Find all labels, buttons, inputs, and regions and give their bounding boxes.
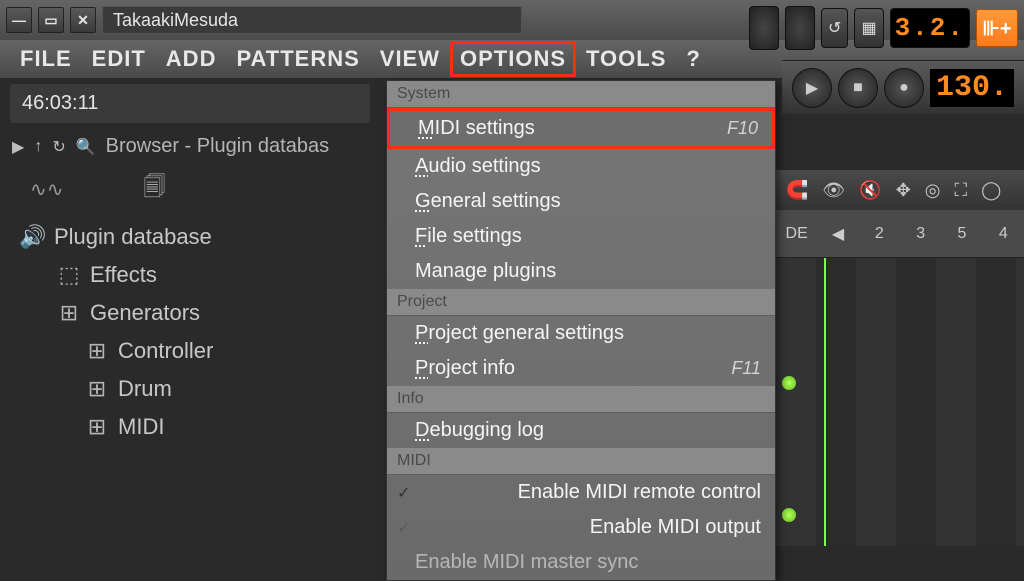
- dropdown-file-settings[interactable]: File settings: [387, 219, 775, 254]
- timeline-grid[interactable]: [776, 258, 1024, 546]
- arrow-up-icon[interactable]: ↑: [34, 138, 42, 156]
- tree-midi-label: MIDI: [118, 414, 164, 440]
- project-title-input[interactable]: [102, 6, 522, 34]
- midi-icon: ⊞: [86, 414, 108, 440]
- timeline-mark[interactable]: 5: [941, 225, 982, 243]
- dropdown-debugging-log[interactable]: Debugging log: [387, 413, 775, 448]
- tree-controller-label: Controller: [118, 338, 213, 364]
- magnet-icon[interactable]: 🧲: [786, 180, 808, 201]
- dropdown-project-info[interactable]: Project info F11: [387, 351, 775, 386]
- menu-edit[interactable]: EDIT: [82, 41, 156, 77]
- undo-button[interactable]: ↺: [821, 8, 848, 48]
- check-icon: ✓: [397, 483, 410, 503]
- timeline-mark[interactable]: 2: [859, 225, 900, 243]
- piano-icon[interactable]: ▦: [854, 8, 883, 48]
- transport-bar: ▶ ■ ● 130.: [782, 60, 1024, 114]
- automation-dot[interactable]: [782, 508, 796, 522]
- browser-title: Browser - Plugin databas: [106, 135, 329, 158]
- maximize-button[interactable]: ▭: [38, 7, 64, 33]
- right-icon-strip: 🧲 👁 🔇 ✥ ◎ ⛶ ◯: [776, 170, 1024, 210]
- menu-view[interactable]: VIEW: [370, 41, 450, 77]
- chevron-right-icon[interactable]: ▶: [12, 137, 24, 157]
- move-icon[interactable]: ✥: [896, 180, 911, 201]
- tree-drum-label: Drum: [118, 376, 172, 402]
- timeline-mode[interactable]: DE: [776, 225, 817, 243]
- dropdown-enable-remote[interactable]: ✓Enable MIDI remote control: [387, 475, 775, 510]
- tree-generators-label: Generators: [90, 300, 200, 326]
- refresh-icon[interactable]: ↻: [52, 137, 65, 157]
- shortcut-label: F11: [731, 358, 761, 379]
- playhead[interactable]: [824, 258, 826, 546]
- search-icon[interactable]: 🔍: [76, 137, 96, 157]
- menu-tools[interactable]: TOOLS: [576, 41, 676, 77]
- waveform-icon[interactable]: ∿∿: [30, 177, 64, 202]
- fullscreen-icon[interactable]: ⛶: [955, 180, 968, 201]
- check-icon: ✓: [397, 518, 410, 538]
- menu-options[interactable]: OPTIONS: [450, 41, 576, 77]
- effects-icon: ⬚: [58, 262, 80, 288]
- shortcut-label: F10: [727, 118, 758, 139]
- play-button[interactable]: ▶: [792, 68, 832, 108]
- target-icon[interactable]: ◎: [925, 180, 941, 201]
- dropdown-section-info: Info: [387, 386, 775, 413]
- fader[interactable]: [749, 6, 779, 50]
- automation-dot[interactable]: [782, 376, 796, 390]
- eye-icon[interactable]: 👁: [822, 180, 845, 201]
- dropdown-enable-master-sync[interactable]: Enable MIDI master sync: [387, 545, 775, 580]
- dropdown-manage-plugins[interactable]: Manage plugins: [387, 254, 775, 289]
- options-dropdown: System MMIDI settingsIDI settings F10 Au…: [386, 80, 776, 581]
- dropdown-general-settings[interactable]: General settings: [387, 184, 775, 219]
- copy-icon[interactable]: 🗐: [144, 170, 166, 208]
- menu-patterns[interactable]: PATTERNS: [226, 41, 369, 77]
- record-button[interactable]: ●: [884, 68, 924, 108]
- minimize-button[interactable]: —: [6, 7, 32, 33]
- timeline-panel: DE ◀ 2 3 5 4: [776, 210, 1024, 546]
- time-counter[interactable]: 46:03:11: [10, 84, 370, 123]
- pattern-display[interactable]: 3.2.: [890, 8, 970, 48]
- generators-icon: ⊞: [58, 300, 80, 326]
- close-button[interactable]: ✕: [70, 7, 96, 33]
- tree-root-label: Plugin database: [54, 224, 212, 250]
- menu-file[interactable]: FILE: [10, 41, 82, 77]
- focus-icon[interactable]: ◯: [981, 180, 1001, 201]
- dropdown-section-system: System: [387, 81, 775, 108]
- fader[interactable]: [785, 6, 815, 50]
- dropdown-midi-settings[interactable]: MMIDI settingsIDI settings F10: [387, 108, 775, 149]
- tempo-display[interactable]: 130.: [930, 69, 1014, 107]
- speaker-icon: 🔊: [22, 224, 44, 250]
- menu-add[interactable]: ADD: [156, 41, 227, 77]
- dropdown-section-midi: MIDI: [387, 448, 775, 475]
- stop-button[interactable]: ■: [838, 68, 878, 108]
- timeline-scroll-left[interactable]: ◀: [817, 224, 858, 244]
- timeline-mark[interactable]: 4: [983, 225, 1024, 243]
- menu-help[interactable]: ?: [676, 41, 710, 77]
- dropdown-enable-output[interactable]: ✓Enable MIDI output: [387, 510, 775, 545]
- dropdown-project-general[interactable]: Project general settings: [387, 316, 775, 351]
- dropdown-section-project: Project: [387, 289, 775, 316]
- mute-icon[interactable]: 🔇: [859, 180, 881, 201]
- mode-button[interactable]: ⊪+: [976, 9, 1018, 47]
- dropdown-audio-settings[interactable]: Audio settings: [387, 149, 775, 184]
- controller-icon: ⊞: [86, 338, 108, 364]
- tree-effects-label: Effects: [90, 262, 157, 288]
- top-right-toolbar: ↺ ▦ 3.2. ⊪+: [743, 0, 1024, 56]
- timeline-mark[interactable]: 3: [900, 225, 941, 243]
- drum-icon: ⊞: [86, 376, 108, 402]
- timeline-header: DE ◀ 2 3 5 4: [776, 210, 1024, 258]
